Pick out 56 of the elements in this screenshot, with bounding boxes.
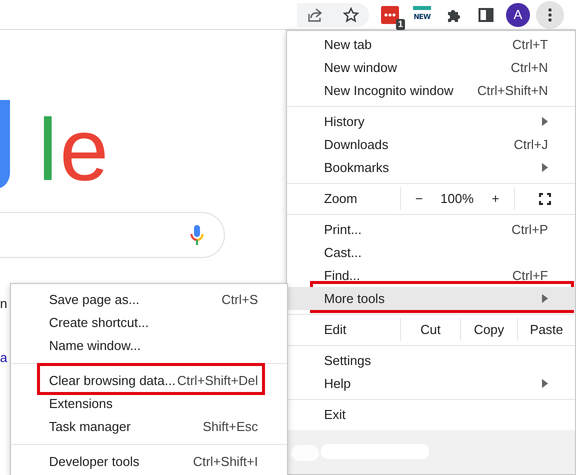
shortcut-text: Shift+Esc: [202, 419, 258, 434]
link-text[interactable]: a: [0, 350, 8, 366]
edit-button[interactable]: Cut: [400, 318, 460, 341]
extension-badge: 1: [396, 18, 405, 30]
profile-avatar[interactable]: A: [506, 2, 530, 26]
bookmark-star-icon[interactable]: [343, 6, 359, 22]
menu-item[interactable]: Clear browsing data...Ctrl+Shift+Del: [11, 369, 287, 392]
menu-item[interactable]: Downloads Ctrl+J: [287, 133, 575, 156]
shortcut-text: Ctrl+Shift+I: [192, 454, 258, 469]
shortcut-text: Ctrl+Shift+Del: [177, 373, 258, 388]
menu-item[interactable]: Exit: [287, 403, 575, 426]
menu-item[interactable]: Bookmarks: [287, 156, 575, 179]
menu-item[interactable]: Print... Ctrl+P: [287, 218, 575, 241]
shortcut-text: Ctrl+T: [512, 37, 548, 52]
submenu-arrow-icon: [542, 117, 548, 126]
submenu-arrow-icon: [542, 379, 548, 388]
extension-icon[interactable]: [381, 6, 399, 24]
shortcut-text: Ctrl+J: [514, 137, 548, 152]
menu-item[interactable]: New window Ctrl+N: [287, 56, 575, 79]
share-icon[interactable]: [307, 6, 323, 22]
edit-label: Edit: [324, 322, 348, 337]
shortcut-text: Ctrl+S: [222, 292, 258, 307]
menu-item[interactable]: Extensions: [11, 392, 287, 415]
menu-item[interactable]: Task manager Shift+Esc: [11, 415, 287, 438]
submenu-arrow-icon: [542, 163, 548, 172]
shortcut-text: Ctrl+F: [512, 268, 548, 283]
edit-button[interactable]: Copy: [460, 318, 517, 341]
menu-item[interactable]: Developer tools Ctrl+Shift+I: [11, 450, 287, 473]
zoom-label: Zoom: [324, 191, 358, 206]
page-text: n: [0, 296, 8, 312]
menu-button[interactable]: [536, 0, 564, 28]
menu-item[interactable]: Settings: [287, 349, 575, 372]
menu-item[interactable]: Save page as... Ctrl+S: [11, 288, 287, 311]
zoom-level: 100%: [439, 190, 475, 208]
microphone-icon[interactable]: [190, 224, 204, 246]
shortcut-text: Ctrl+Shift+N: [477, 83, 548, 98]
search-field[interactable]: [0, 212, 225, 258]
menu-item[interactable]: History: [287, 110, 575, 133]
menu-item[interactable]: Name window...: [11, 334, 287, 357]
zoom-out-button[interactable]: −: [401, 187, 437, 210]
side-panel-icon[interactable]: [478, 6, 494, 22]
menu-item[interactable]: Create shortcut...: [11, 311, 287, 334]
zoom-in-button[interactable]: +: [477, 187, 514, 210]
menu-item[interactable]: Find... Ctrl+F: [287, 264, 575, 287]
submenu-arrow-icon: [542, 294, 548, 303]
fullscreen-icon[interactable]: [539, 192, 551, 204]
menu-item[interactable]: New tab Ctrl+T: [287, 33, 575, 56]
menu-item[interactable]: More tools: [287, 287, 575, 310]
menu-item[interactable]: Cast...: [287, 241, 575, 264]
menu-item[interactable]: Help: [287, 372, 575, 395]
shortcut-text: Ctrl+P: [512, 222, 548, 237]
menu-item[interactable]: New Incognito window Ctrl+Shift+N: [287, 79, 575, 102]
shortcut-text: Ctrl+N: [510, 60, 548, 75]
menu-icon: [548, 6, 552, 22]
edit-button[interactable]: Paste: [517, 318, 575, 341]
logo: le: [38, 106, 111, 194]
